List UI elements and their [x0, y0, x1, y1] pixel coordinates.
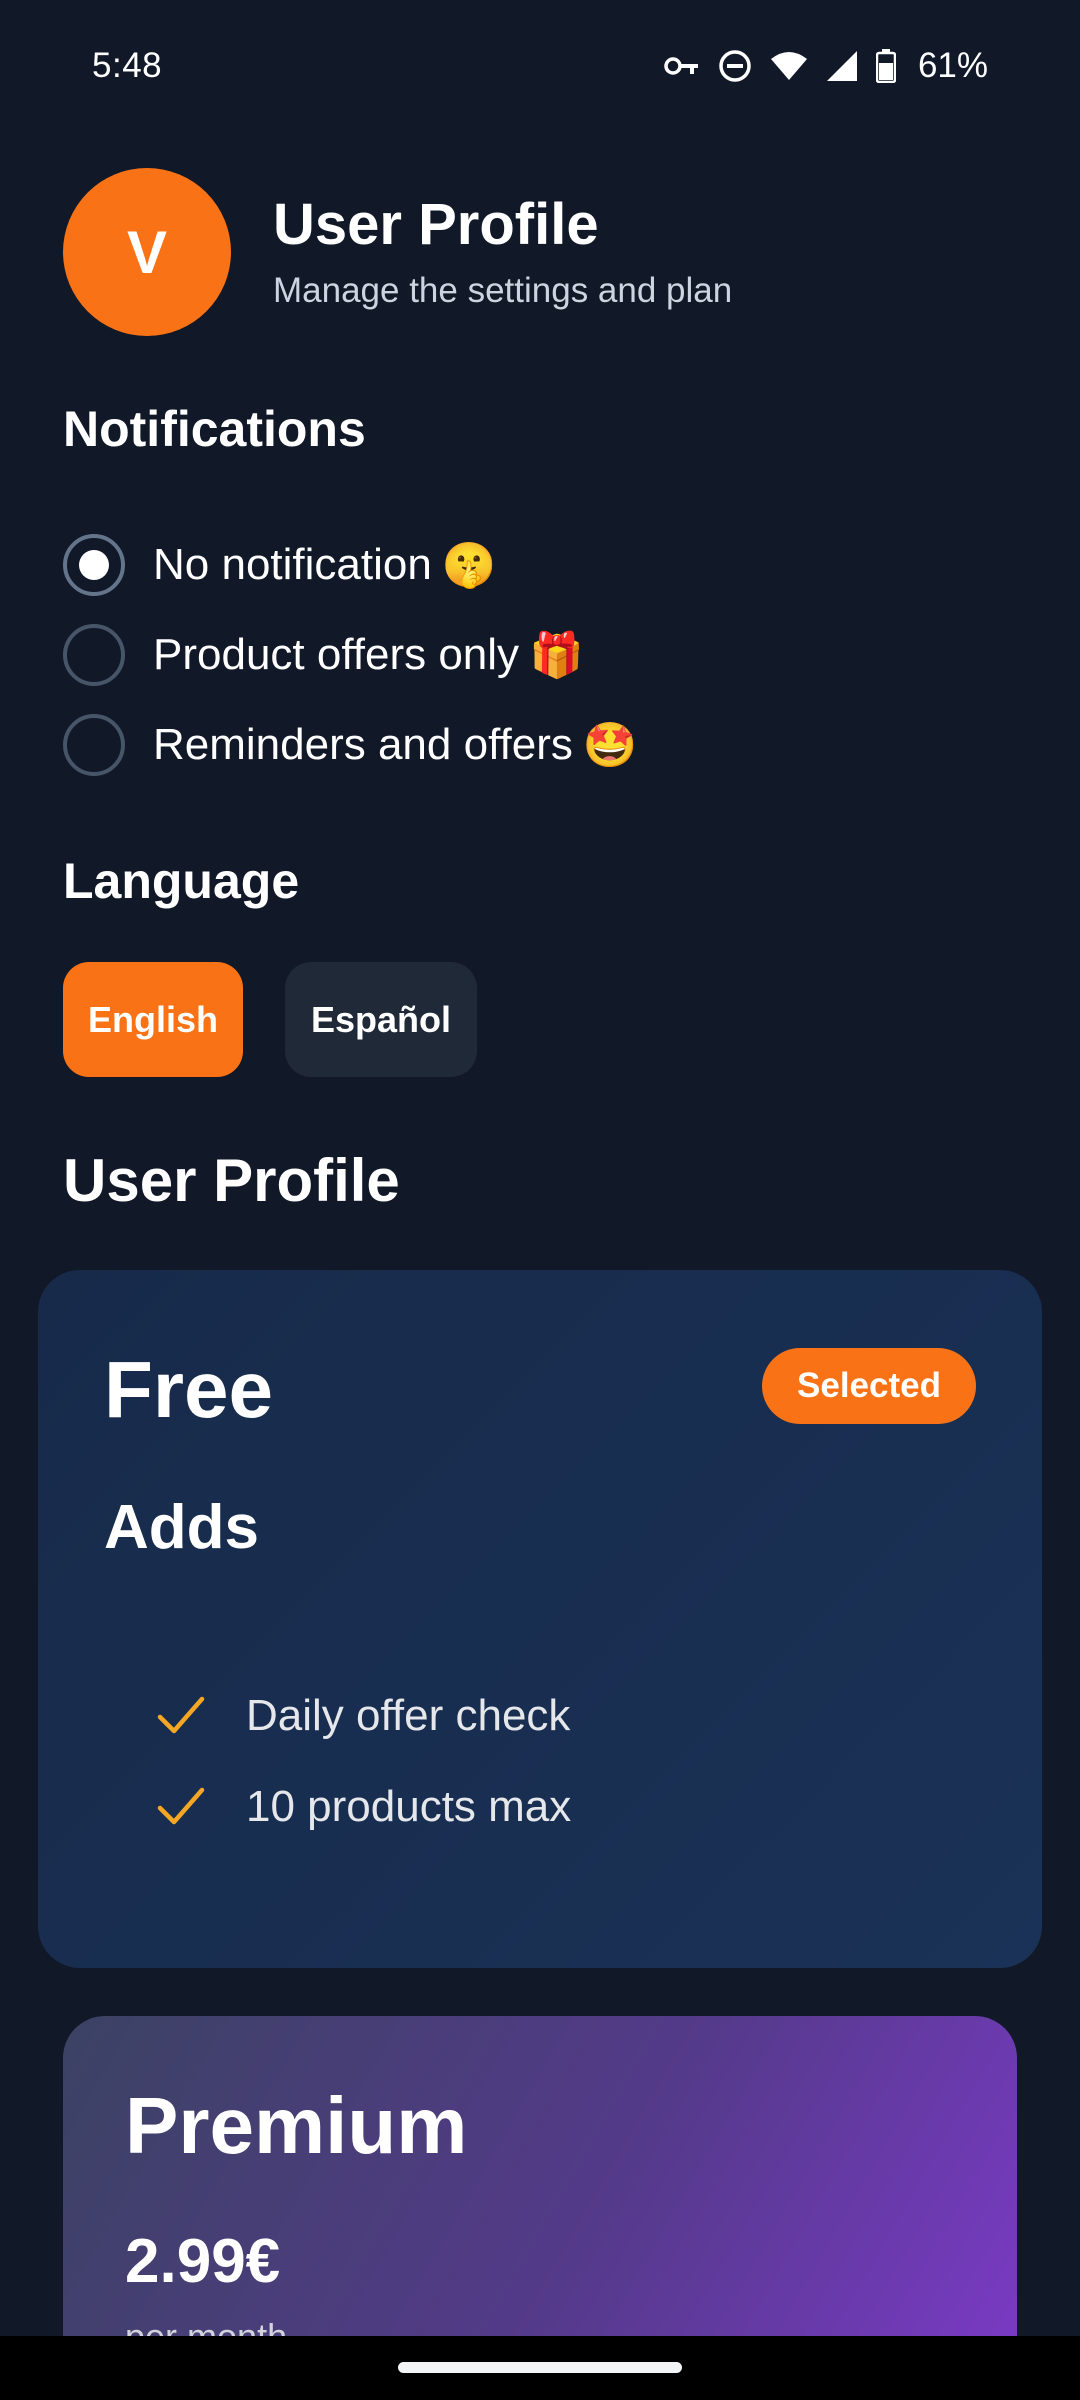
- shushing-face-emoji-icon: 🤫: [441, 541, 497, 590]
- language-title: Language: [63, 853, 300, 909]
- selected-badge: Selected: [762, 1348, 976, 1424]
- page-title: User Profile: [273, 192, 599, 258]
- do-not-disturb-icon: [718, 49, 752, 83]
- profile-header: V User Profile Manage the settings and p…: [63, 168, 732, 336]
- notification-options: No notification 🤫 Product offers only 🎁 …: [63, 520, 638, 790]
- feature-label: Daily offer check: [246, 1690, 571, 1740]
- page-subtitle: Manage the settings and plan: [273, 270, 733, 310]
- vpn-key-icon: [664, 55, 700, 77]
- navigation-bar: [0, 2336, 1080, 2400]
- header-text: User Profile Manage the settings and pla…: [273, 193, 732, 311]
- battery-icon: [875, 49, 896, 83]
- radio-label: No notification: [153, 540, 432, 589]
- check-icon: [157, 1787, 205, 1824]
- avatar[interactable]: V: [63, 168, 231, 336]
- language-options: English Español: [63, 962, 477, 1077]
- notification-option-product-offers[interactable]: Product offers only 🎁: [63, 610, 638, 700]
- notification-option-none[interactable]: No notification 🤫: [63, 520, 638, 610]
- plan-name: Free: [104, 1345, 273, 1434]
- cellular-signal-icon: [826, 50, 858, 82]
- battery-percentage: 61%: [917, 46, 988, 85]
- radio-label: Reminders and offers: [153, 720, 573, 769]
- plan-features: Daily offer check 10 products max: [156, 1670, 571, 1852]
- status-bar: 5:48 61%: [0, 0, 1080, 132]
- gift-emoji-icon: 🎁: [529, 631, 584, 680]
- language-chip-english[interactable]: English: [63, 962, 243, 1077]
- language-chip-espanol[interactable]: Español: [285, 962, 477, 1077]
- radio-button-selected[interactable]: [63, 534, 125, 596]
- feature-label: 10 products max: [246, 1781, 572, 1831]
- plan-name: Premium: [125, 2081, 468, 2170]
- feature-item: Daily offer check: [156, 1670, 571, 1761]
- radio-button[interactable]: [63, 714, 125, 776]
- user-profile-section-title: User Profile: [63, 1147, 400, 1214]
- status-icons: 61%: [664, 46, 988, 86]
- star-struck-emoji-icon: 🤩: [582, 721, 638, 770]
- notification-option-reminders-offers[interactable]: Reminders and offers 🤩: [63, 700, 638, 790]
- radio-label: Product offers only: [153, 630, 520, 679]
- check-icon: [157, 1696, 205, 1733]
- feature-item: 10 products max: [156, 1761, 571, 1852]
- status-time: 5:48: [92, 46, 163, 85]
- notifications-title: Notifications: [63, 401, 366, 457]
- plan-card-free[interactable]: Free Selected Adds Daily offer check 10 …: [38, 1270, 1042, 1968]
- plan-price: 2.99€: [125, 2227, 281, 2296]
- radio-button[interactable]: [63, 624, 125, 686]
- plan-price: Adds: [104, 1493, 259, 1562]
- wifi-icon: [770, 51, 808, 81]
- home-gesture-handle[interactable]: [398, 2362, 682, 2373]
